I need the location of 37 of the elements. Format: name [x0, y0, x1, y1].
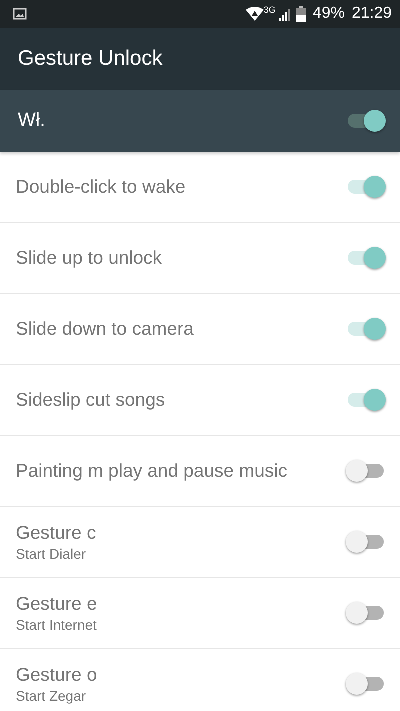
- setting-row[interactable]: Gesture c Start Dialer: [0, 507, 400, 578]
- setting-summary: Start Internet: [16, 617, 98, 633]
- wifi-icon: [246, 7, 264, 21]
- toggle-switch[interactable]: [346, 459, 386, 483]
- toggle-switch[interactable]: [346, 317, 386, 341]
- toggle-switch[interactable]: [346, 388, 386, 412]
- master-label: Wł.: [18, 110, 46, 132]
- setting-row[interactable]: Slide up to unlock: [0, 223, 400, 294]
- clock: 21:29: [352, 5, 392, 23]
- setting-title: Gesture o: [16, 664, 98, 686]
- toggle-switch[interactable]: [346, 672, 386, 696]
- image-icon: [13, 8, 27, 20]
- setting-row[interactable]: Painting m play and pause music: [0, 436, 400, 507]
- setting-summary: Start Zegar: [16, 688, 88, 704]
- battery-percent: 49%: [312, 5, 345, 23]
- toggle-switch[interactable]: [346, 601, 386, 625]
- setting-row[interactable]: Gesture e Start Internet: [0, 578, 400, 649]
- setting-row[interactable]: Gesture o Start Zegar: [0, 649, 400, 711]
- setting-row[interactable]: Sideslip cut songs: [0, 365, 400, 436]
- setting-row[interactable]: Double-click to wake: [0, 152, 400, 223]
- setting-title: Painting m play and pause music: [16, 460, 288, 482]
- toggle-switch[interactable]: [346, 246, 386, 270]
- setting-title: Double-click to wake: [16, 176, 186, 198]
- network-type: 3G: [264, 5, 276, 15]
- toggle-switch[interactable]: [346, 175, 386, 199]
- toggle-switch[interactable]: [346, 530, 386, 554]
- signal-icon: [278, 7, 293, 21]
- setting-title: Gesture e: [16, 593, 98, 615]
- setting-row[interactable]: Slide down to camera: [0, 294, 400, 365]
- setting-title: Gesture c: [16, 522, 96, 544]
- setting-summary: Start Dialer: [16, 546, 88, 562]
- toggle-switch[interactable]: [346, 109, 386, 133]
- setting-title: Slide down to camera: [16, 318, 194, 340]
- setting-title: Slide up to unlock: [16, 247, 162, 269]
- battery-icon: [296, 6, 306, 22]
- screen-title: Gesture Unlock: [18, 47, 163, 71]
- setting-title: Sideslip cut songs: [16, 389, 166, 411]
